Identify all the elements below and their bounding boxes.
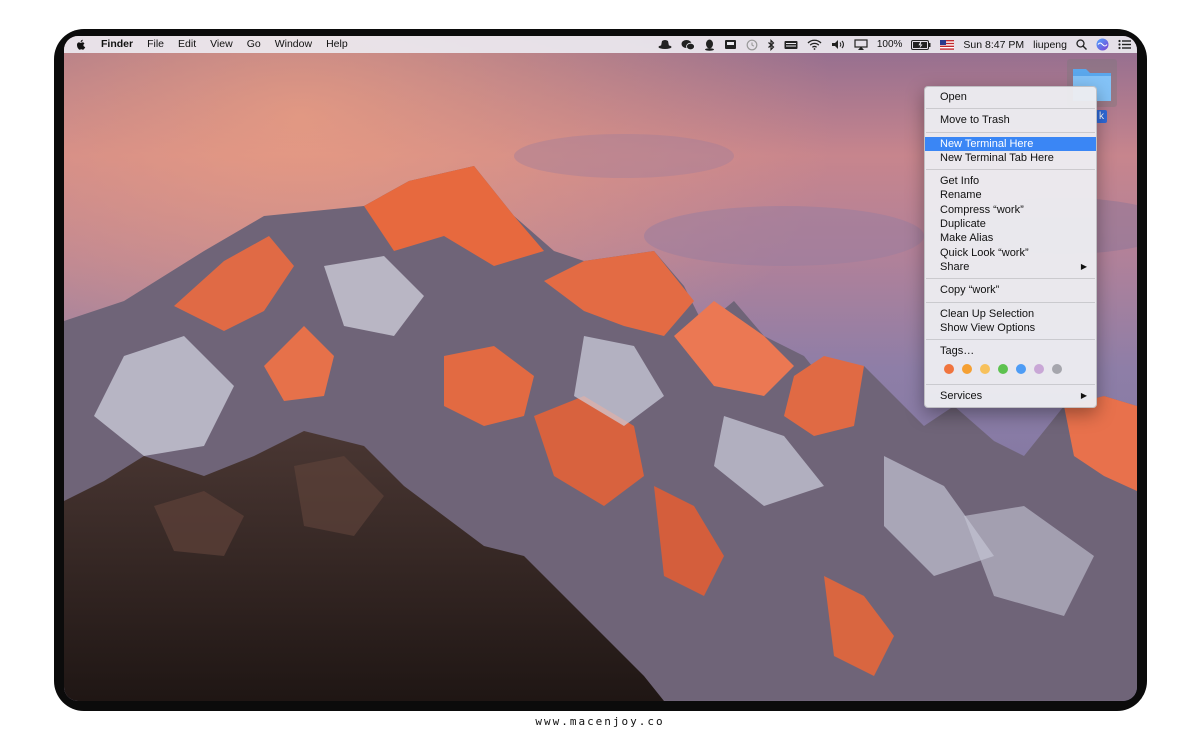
battery-icon[interactable]	[911, 39, 931, 50]
tag-color-row	[925, 358, 1096, 380]
wechat-icon[interactable]	[681, 39, 695, 51]
menu-separator	[926, 301, 1095, 303]
menu-help[interactable]: Help	[319, 36, 355, 53]
menu-item-show-view-options[interactable]: Show View Options	[925, 321, 1096, 335]
menu-item-get-info[interactable]: Get Info	[925, 174, 1096, 188]
menu-item-move-to-trash[interactable]: Move to Trash	[925, 113, 1096, 127]
tag-green[interactable]	[998, 364, 1008, 375]
submenu-arrow-icon: ▶	[1080, 261, 1087, 271]
menu-window[interactable]: Window	[268, 36, 319, 53]
menu-bar: Finder File Edit View Go Window Help 100…	[64, 36, 1137, 53]
wifi-icon[interactable]	[807, 39, 822, 50]
folder-label[interactable]: k	[1096, 110, 1107, 123]
qq-icon[interactable]	[704, 39, 715, 51]
menu-edit[interactable]: Edit	[171, 36, 203, 53]
tag-gray[interactable]	[1052, 364, 1062, 375]
menu-item-rename[interactable]: Rename	[925, 188, 1096, 202]
menu-item-tags[interactable]: Tags…	[925, 344, 1096, 358]
apple-icon[interactable]	[64, 39, 94, 51]
menu-separator	[926, 278, 1095, 280]
menu-separator	[926, 131, 1095, 133]
menu-separator	[926, 108, 1095, 110]
notification-center-icon[interactable]	[1118, 39, 1131, 50]
siri-icon[interactable]	[1096, 38, 1109, 51]
menu-item-new-terminal-tab-here[interactable]: New Terminal Tab Here	[925, 151, 1096, 165]
menu-item-compress[interactable]: Compress “work”	[925, 203, 1096, 217]
menu-finder[interactable]: Finder	[94, 36, 140, 53]
submenu-arrow-icon: ▶	[1080, 391, 1087, 401]
tag-orange[interactable]	[962, 364, 972, 375]
menu-item-open[interactable]: Open	[925, 90, 1096, 104]
clock[interactable]: Sun 8:47 PM	[963, 39, 1024, 51]
menu-item-copy[interactable]: Copy “work”	[925, 283, 1096, 297]
tag-blue[interactable]	[1016, 364, 1026, 375]
menu-item-services[interactable]: Services ▶	[925, 389, 1096, 403]
menu-go[interactable]: Go	[240, 36, 268, 53]
watermark: www.macenjoy.co	[535, 715, 665, 728]
inbox-icon[interactable]	[724, 39, 737, 50]
menu-separator	[926, 339, 1095, 341]
menu-item-clean-up-selection[interactable]: Clean Up Selection	[925, 307, 1096, 321]
menu-item-duplicate[interactable]: Duplicate	[925, 217, 1096, 231]
airplay-icon[interactable]	[854, 39, 868, 50]
menu-file[interactable]: File	[140, 36, 171, 53]
menu-view[interactable]: View	[203, 36, 240, 53]
menu-separator	[926, 169, 1095, 171]
menu-item-label: Share	[940, 260, 970, 273]
menu-item-new-terminal-here[interactable]: New Terminal Here	[925, 136, 1096, 151]
screen: Finder File Edit View Go Window Help 100…	[64, 36, 1137, 701]
time-machine-icon[interactable]	[746, 39, 758, 51]
menu-item-share[interactable]: Share ▶	[925, 260, 1096, 274]
menu-item-label: Services	[940, 390, 983, 403]
menu-separator	[926, 384, 1095, 386]
keyboard-icon[interactable]	[784, 40, 798, 50]
tag-yellow[interactable]	[980, 364, 990, 375]
volume-icon[interactable]	[831, 39, 845, 50]
tag-purple[interactable]	[1034, 364, 1044, 375]
search-icon[interactable]	[1076, 39, 1087, 50]
tag-red[interactable]	[944, 364, 954, 375]
hat-icon[interactable]	[658, 39, 672, 50]
us-flag-icon[interactable]	[940, 39, 955, 50]
battery-percent[interactable]: 100%	[877, 39, 903, 50]
bluetooth-icon[interactable]	[767, 38, 775, 51]
context-menu: Open Move to Trash New Terminal Here New…	[924, 86, 1097, 408]
user-name[interactable]: liupeng	[1033, 39, 1067, 51]
menu-item-quick-look[interactable]: Quick Look “work”	[925, 246, 1096, 260]
menu-item-make-alias[interactable]: Make Alias	[925, 231, 1096, 245]
